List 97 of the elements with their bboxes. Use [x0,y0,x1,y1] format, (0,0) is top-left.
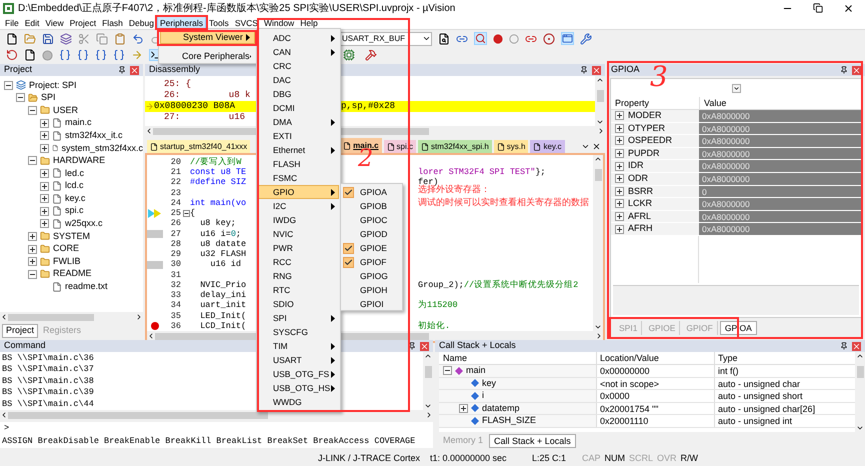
table-cell: <not in scope> [596,378,714,389]
line-number: 20 [170,156,182,168]
output-line: BS \\SPI\main.c\44 [1,398,94,410]
code-text: LCD_Init( [199,320,246,331]
table-cell: 0x20001754 "" [596,402,714,414]
code-text: lorer STM32F4 SPI TEST"}; [418,166,546,178]
code-text: 为115200 [418,299,458,312]
register-name: IDR [628,159,644,172]
register-name: ODR [628,172,648,186]
line-number: 30 [170,258,182,271]
command-help-text: ASSIGN BreakDisable BreakEnable BreakKill BreakList BreakSet BreakAccess COVERAGE [0,435,433,448]
table-cell: 0x0000 [596,390,714,402]
register-name: OSPEEDR [628,134,672,148]
register-name: AFRH [628,222,652,236]
code-text: const u8 TE [190,167,246,177]
register-value: 0xA8000000 [699,135,861,147]
register-name: BSRR [628,184,654,198]
status-indicator: NUM [604,452,626,466]
register-value: 0xA8000000 [699,210,861,222]
code-text: LED_Init( [199,310,246,320]
register-name: PUPDR [628,146,660,160]
variable-name: i [482,389,484,402]
code-text: #define SIZ [190,177,246,188]
line-number: 34 [170,299,182,312]
register-name: OTYPER [628,122,666,135]
register-value: 0xA8000000 [699,122,861,134]
code-text: delay_ini [199,290,246,300]
panel-title: GPIOA [611,63,640,76]
code-text: 初始化. [418,320,450,332]
status-text: L:25 C:1 [532,452,568,466]
handwritten-mark: 3 [650,63,668,91]
status-indicator: CAP [582,452,601,466]
variable-name: main [466,364,486,377]
register-name: AFRL [628,210,652,223]
window-title: D:\Embedded\正点原子F407\2，标准例程-库函数版本\实验25 SPI实验\USER\SPI.uvprojx - µVision [18,2,456,14]
register-value: 0xA8000000 [699,160,861,172]
code-text: u32 FLASH [199,249,246,259]
code-text: Group_2);//设置系统中断优先级分组2 [418,278,578,292]
column-header: Name [442,352,468,364]
disassembly-text: 25: { [163,78,192,91]
register-value: 0xA8000000 [699,223,861,235]
disassembly-text: 26: u8 k [163,88,250,102]
status-indicator: SCRL [629,452,654,466]
line-number: 32 [170,278,182,291]
line-number: 36 [170,320,182,332]
annotation-text: 调试的时候可以实时查看相关寄存器的数据 [418,196,589,209]
code-text: { [190,208,196,218]
status-text: t1: 0.00000000 sec [430,452,508,466]
line-number: 33 [170,289,182,301]
panel-title: Call Stack + Locals [439,339,516,352]
variable-name: FLASH_SIZE [482,414,536,427]
variable-name: datatemp [482,402,520,415]
status-text: J-LINK / J-TRACE Cortex [318,452,422,466]
register-value: 0xA8000000 [699,198,861,210]
output-line: BS \\SPI\main.c\38 [1,376,94,388]
code-text: u16 id [209,259,242,270]
annotation-text: 选择外设寄存器： [418,184,491,196]
disassembly-text: p,sp,#0x28 [341,100,396,113]
status-indicator: R/W [680,452,698,466]
code-text: uart_init [199,300,246,310]
line-number: 24 [170,196,182,209]
line-number: 31 [170,268,182,281]
panel-title: Command [4,339,46,352]
line-number: 35 [170,310,182,322]
table-cell: 0x20001110 [596,415,714,426]
register-value: 0xA8000000 [699,110,861,122]
code-text: //要写入到W [190,156,242,167]
register-value: 0xA8000000 [699,148,861,160]
code-text: u8 datate [199,238,246,249]
code-text: int main(vo [190,198,246,208]
column-header: Location/Value [596,352,714,364]
variable-name: key [482,376,496,390]
line-number: 23 [170,186,182,199]
line-number: 28 [170,238,182,250]
register-name: LCKR [628,197,652,210]
status-indicator: OVR [657,452,677,466]
output-line: BS \\SPI\main.c\37 [1,364,94,376]
line-number: 22 [170,176,182,189]
output-line: BS \\SPI\main.c\39 [1,387,94,399]
line-number: 27 [170,228,182,240]
output-line: BS \\SPI\main.c\36 [1,353,94,364]
code-text: u16 i=0; [199,228,242,238]
line-number: 29 [170,248,182,260]
line-number: 25 [170,207,182,219]
code-text: u8 key; [199,218,236,228]
register-value: 0 [699,186,861,198]
panel-title: Disassembly [149,63,200,76]
register-name: MODER [628,109,662,122]
disassembly-text: 0x08000230 B08A [154,100,236,113]
line-number: 21 [170,166,182,178]
panel-title: Project [4,63,32,76]
disassembly-text: 27: u16 [163,110,246,124]
register-value: 0xA8000000 [699,172,861,185]
table-cell: 0x00000000 [596,365,714,376]
line-number: 26 [170,217,182,230]
code-text: NVIC_Prio [199,280,246,290]
column-header: Property [614,97,650,109]
